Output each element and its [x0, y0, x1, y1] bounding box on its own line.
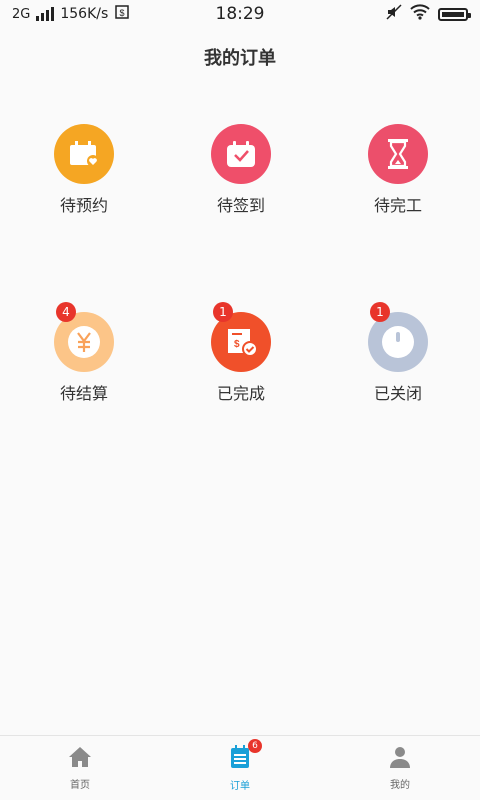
calendar-heart-icon — [54, 124, 114, 184]
order-state-label: 待签到 — [216, 196, 265, 215]
sd-card-icon: $ — [114, 4, 130, 24]
badge-count: 1 — [370, 302, 390, 322]
order-state-completed[interactable]: $ 1 已完成 — [163, 302, 319, 404]
user-icon — [389, 746, 411, 772]
badge-count: 4 — [56, 302, 76, 322]
svg-text:$: $ — [120, 8, 125, 18]
network-speed: 156K/s — [60, 6, 109, 22]
order-state-label: 待结算 — [59, 384, 108, 403]
order-state-label: 待完工 — [373, 196, 422, 215]
order-state-grid: 待预约 待签到 待完工 4 待结算 $ 1 已完成 1 已关闭 — [0, 124, 480, 500]
svg-text:$: $ — [234, 339, 240, 350]
bottom-nav: 首页 6 订单 我的 — [0, 735, 480, 800]
order-state-pending-appointment[interactable]: 待预约 — [6, 124, 162, 216]
order-state-row: 待预约 待签到 待完工 — [0, 124, 480, 216]
nav-label: 首页 — [70, 779, 90, 791]
home-icon — [68, 746, 92, 772]
nav-label: 订单 — [230, 780, 250, 792]
order-state-pending-completion[interactable]: 待完工 — [320, 124, 476, 216]
page-title: 我的订单 — [204, 48, 276, 69]
status-right — [386, 4, 471, 24]
order-state-pending-checkin[interactable]: 待签到 — [163, 124, 319, 216]
hourglass-icon — [368, 124, 428, 184]
order-state-row: 4 待结算 $ 1 已完成 1 已关闭 — [0, 302, 480, 404]
order-state-pending-settlement[interactable]: 4 待结算 — [6, 302, 162, 404]
order-state-label: 已关闭 — [373, 384, 422, 403]
battery-icon — [438, 7, 471, 21]
nav-item-orders[interactable]: 6 订单 — [180, 738, 300, 792]
status-bar: 2G 156K/s $ 18:29 — [0, 0, 480, 28]
order-state-label: 已完成 — [216, 384, 265, 403]
badge-count: 1 — [213, 302, 233, 322]
nav-label: 我的 — [390, 779, 410, 791]
order-state-label: 待预约 — [59, 196, 108, 215]
status-left: 2G 156K/s $ — [12, 4, 130, 24]
nav-badge-count: 6 — [248, 738, 262, 753]
calendar-check-icon — [211, 124, 271, 184]
order-state-closed[interactable]: 1 已关闭 — [320, 302, 476, 404]
nav-item-mine[interactable]: 我的 — [340, 746, 460, 791]
signal-icon — [36, 7, 55, 21]
network-type: 2G — [12, 6, 31, 22]
mute-icon — [386, 4, 402, 24]
order-list-icon — [230, 744, 250, 773]
wifi-icon — [410, 4, 430, 24]
nav-item-home[interactable]: 首页 — [20, 746, 140, 791]
